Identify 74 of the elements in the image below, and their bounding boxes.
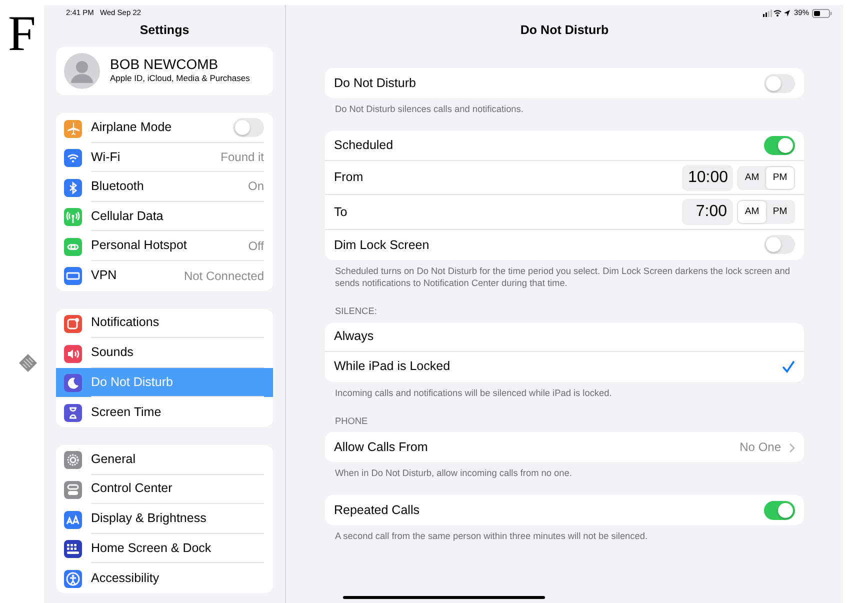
item-value: Not Connected <box>184 268 264 285</box>
period-option[interactable]: AM <box>738 201 766 224</box>
item-label: VPN <box>91 267 118 284</box>
section-footer: When in Do Not Disturb, allow incoming calls from no one. <box>325 462 804 480</box>
toggle-switch[interactable] <box>764 136 795 155</box>
sidebar-item[interactable]: Accessibility <box>56 563 273 593</box>
item-label: Home Screen & Dock <box>91 540 212 557</box>
toggle-switch[interactable] <box>764 500 795 520</box>
chevron-icon <box>789 442 795 453</box>
section-header: PHONE <box>334 414 369 428</box>
row-label: From <box>334 169 364 186</box>
item-label: Sounds <box>91 344 134 362</box>
row-label: Repeated Calls <box>334 502 420 519</box>
sidebar-item[interactable]: Wi-Fi Found it <box>56 142 273 172</box>
row-label: To <box>334 204 348 221</box>
battery-icon <box>812 8 832 18</box>
item-label: Personal Hotspot <box>91 237 188 254</box>
item-label: Notifications <box>91 314 160 332</box>
section-footer: Do Not Disturb silences calls and notifications. <box>325 98 804 116</box>
toggle-switch[interactable] <box>233 118 264 137</box>
row-label: Dim Lock Screen <box>334 236 430 254</box>
sidebar-item[interactable]: Notifications <box>56 308 273 338</box>
status-icons <box>762 9 791 17</box>
row-label: While iPad is Locked <box>334 358 452 376</box>
sidebar-title: Settings <box>138 22 190 39</box>
item-label: Cellular Data <box>91 208 164 225</box>
item-label: Display & Brightness <box>91 510 208 528</box>
time-field[interactable]: 10:00 <box>682 164 733 191</box>
item-label: Airplane Mode <box>91 118 173 136</box>
page-title: Do Not Disturb <box>519 22 610 39</box>
section-footer: Scheduled turns on Do Not Disturb for the time period you select. Dim Lock Screen darkens the lock screen and sends notifications to Notification Center during that time. <box>325 260 804 290</box>
sidebar-item[interactable]: Personal Hotspot Off <box>56 231 273 261</box>
sidebar-item[interactable]: Control Center <box>56 474 273 504</box>
item-label: Accessibility <box>91 570 160 587</box>
profile-card[interactable]: BOB NEWCOMB Apple ID, iCloud, Media & Purchases <box>56 47 273 95</box>
toggle-switch[interactable] <box>764 235 795 254</box>
item-value: Found it <box>220 148 264 166</box>
page-letter: F <box>8 8 36 58</box>
row-label: Scheduled <box>334 137 394 154</box>
item-label: General <box>91 450 136 468</box>
row-label: Do Not Disturb <box>334 74 417 92</box>
row-value: No One <box>740 439 781 456</box>
diamond-icon <box>18 353 38 373</box>
toggle-switch[interactable] <box>764 74 795 92</box>
sidebar-item[interactable]: Display & Brightness <box>56 504 273 534</box>
item-label: Bluetooth <box>91 178 145 196</box>
sidebar-item[interactable]: Airplane Mode <box>56 113 273 143</box>
sidebar-item[interactable]: General <box>56 444 273 475</box>
row-label: Always <box>334 328 375 346</box>
option-row[interactable]: Always <box>325 322 804 352</box>
item-label: Wi-Fi <box>91 148 122 166</box>
time-field[interactable]: 7:00 <box>682 199 733 226</box>
sidebar-item[interactable]: Screen Time <box>56 397 273 427</box>
option-row[interactable]: While iPad is Locked <box>325 352 804 382</box>
period-option[interactable]: AM <box>738 166 766 189</box>
profile-name: BOB NEWCOMB <box>110 56 220 72</box>
profile-subtitle: Apple ID, iCloud, Media & Purchases <box>110 72 250 86</box>
item-label: Do Not Disturb <box>91 374 174 391</box>
row-label: Allow Calls From <box>334 439 429 456</box>
sidebar-item[interactable]: Cellular Data <box>56 202 273 232</box>
item-value: Off <box>248 238 264 255</box>
item-label: Screen Time <box>91 404 162 421</box>
item-label: Control Center <box>91 480 174 498</box>
sidebar-item[interactable]: VPN Not Connected <box>56 260 273 291</box>
item-value: On <box>248 178 264 196</box>
period-option[interactable]: PM <box>766 166 794 189</box>
checkmark-icon <box>782 360 795 373</box>
sidebar-item[interactable]: Bluetooth On <box>56 172 273 202</box>
section-header: SILENCE: <box>334 304 378 318</box>
avatar-icon <box>64 53 100 89</box>
section-footer: Incoming calls and notifications will be silenced while iPad is locked. <box>325 382 804 400</box>
section-footer: A second call from the same person within three minutes will not be silenced. <box>325 525 804 544</box>
sidebar-item[interactable]: Home Screen & Dock <box>56 534 273 564</box>
period-option[interactable]: PM <box>766 201 794 224</box>
